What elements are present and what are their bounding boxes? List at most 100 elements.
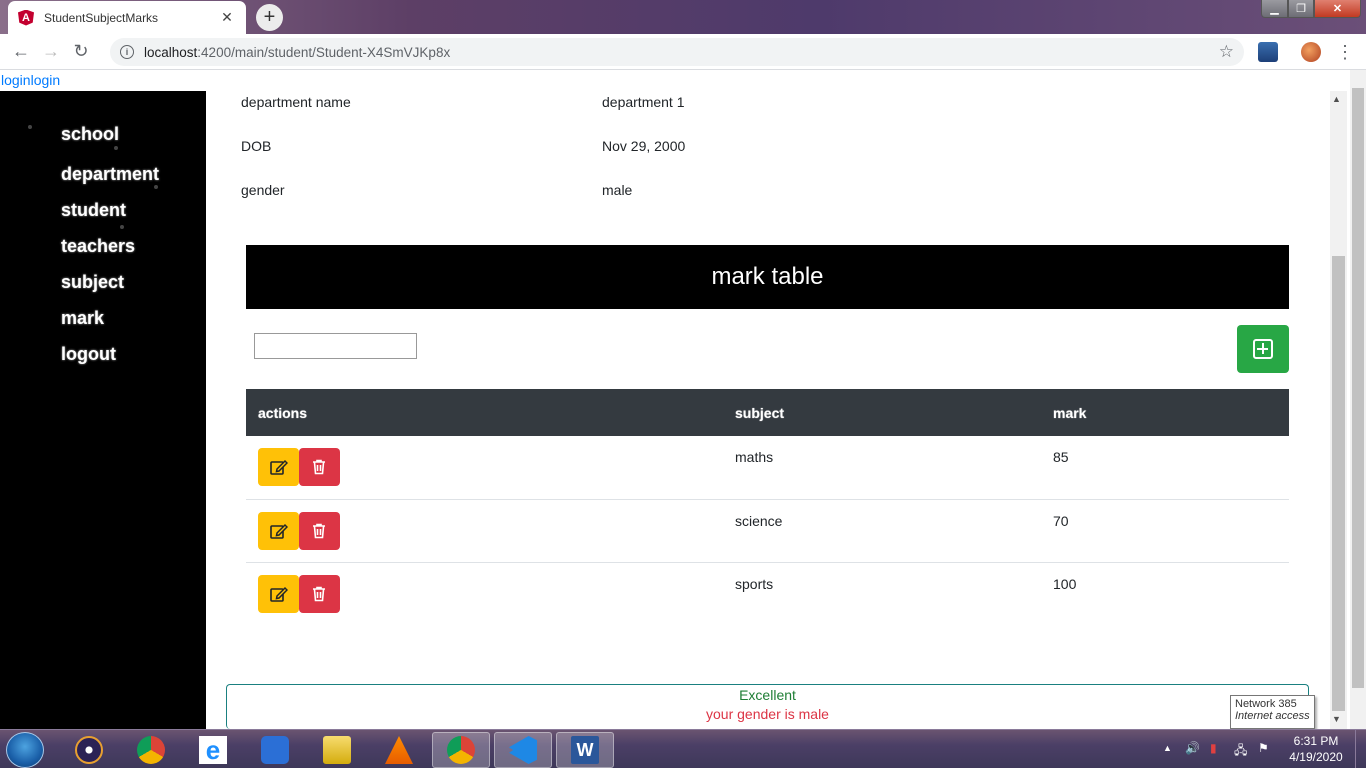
- detail-label: department name: [241, 94, 351, 110]
- maximize-button[interactable]: ❐: [1288, 0, 1314, 18]
- mark-cell: 85: [1041, 436, 1289, 500]
- taskbar-vscode[interactable]: [494, 732, 552, 768]
- forward-icon[interactable]: →: [36, 37, 66, 67]
- add-mark-button[interactable]: [1237, 325, 1289, 373]
- menu-icon[interactable]: ⋮: [1336, 42, 1354, 62]
- delete-button[interactable]: [299, 448, 340, 486]
- new-tab-button[interactable]: +: [256, 4, 283, 31]
- plus-square-icon: [1253, 339, 1273, 359]
- subject-cell: maths: [723, 436, 1041, 500]
- folder-icon: [323, 736, 351, 764]
- detail-value: Nov 29, 2000: [602, 138, 686, 154]
- browser-tab[interactable]: A StudentSubjectMarks ✕: [8, 1, 246, 34]
- table-row: science 70: [246, 499, 1289, 563]
- delete-button[interactable]: [299, 511, 340, 550]
- search-input[interactable]: [254, 333, 417, 359]
- mark-table-title: mark table: [246, 245, 1289, 309]
- tab-title: StudentSubjectMarks: [44, 10, 159, 25]
- close-window-button[interactable]: ✕: [1314, 0, 1361, 18]
- login-bar: loginlogin: [0, 70, 1366, 91]
- bookmark-star-icon[interactable]: ☆: [1219, 42, 1234, 62]
- taskbar-chrome[interactable]: [122, 732, 180, 768]
- detail-value: department 1: [602, 94, 685, 110]
- angular-icon: A: [18, 9, 34, 26]
- taskbar-ie[interactable]: e: [184, 732, 242, 768]
- taskbar-explorer[interactable]: [308, 732, 366, 768]
- browser-titlebar: A StudentSubjectMarks ✕ +: [0, 0, 1366, 34]
- tooltip-line-2: Internet access: [1235, 710, 1310, 722]
- action-center-flag-icon[interactable]: ⚑: [1258, 741, 1269, 755]
- sidebar-item-student[interactable]: student: [61, 198, 159, 234]
- vscode-icon: [509, 736, 537, 764]
- close-tab-icon[interactable]: ✕: [218, 9, 236, 26]
- media-player-icon: [261, 736, 289, 764]
- info-icon[interactable]: i: [120, 45, 134, 59]
- volume-icon[interactable]: 🔊: [1185, 741, 1200, 755]
- clock-date: 4/19/2020: [1289, 750, 1343, 764]
- network-icon[interactable]: 🖧: [1234, 741, 1247, 762]
- clock-time: 6:31 PM: [1293, 734, 1339, 748]
- tray-expand-icon[interactable]: ▲: [1163, 743, 1172, 753]
- profile-avatar[interactable]: [1301, 42, 1321, 62]
- table-row: sports 100: [246, 562, 1289, 625]
- show-desktop-button[interactable]: [1355, 730, 1366, 768]
- page-scrollbar-thumb[interactable]: [1332, 256, 1345, 711]
- sidebar-item-subject[interactable]: subject: [61, 270, 159, 306]
- column-header-actions: actions: [246, 389, 723, 436]
- table-row: maths 85: [246, 436, 1289, 500]
- main-content: department name department 1 DOB Nov 29,…: [206, 91, 1330, 729]
- detail-value: male: [602, 182, 633, 198]
- mark-table: actions subject mark maths 85 science 70…: [246, 389, 1289, 625]
- minimize-button[interactable]: ▁: [1261, 0, 1288, 18]
- sidebar-item-logout[interactable]: logout: [61, 342, 159, 378]
- word-icon: W: [571, 736, 599, 764]
- sidebar-item-mark[interactable]: mark: [61, 306, 159, 342]
- start-button[interactable]: [6, 732, 44, 768]
- sidebar: school department student teachers subje…: [0, 91, 206, 729]
- sidebar-item-school[interactable]: school: [61, 122, 159, 162]
- mark-cell: 70: [1041, 499, 1289, 563]
- back-icon[interactable]: ←: [6, 37, 36, 67]
- reload-icon[interactable]: ↻: [66, 37, 96, 67]
- edit-icon: [270, 523, 288, 539]
- trash-icon: [313, 523, 325, 538]
- trash-icon: [313, 459, 325, 475]
- alert-grade-text: Excellent: [739, 687, 796, 703]
- actions-cell: [246, 436, 723, 500]
- network-tooltip: Network 385 Internet access: [1230, 695, 1315, 729]
- sidebar-menu: school department student teachers subje…: [61, 122, 159, 378]
- sidebar-item-teachers[interactable]: teachers: [61, 234, 159, 270]
- subject-cell: sports: [735, 575, 774, 592]
- vlc-icon: [385, 736, 413, 764]
- battery-icon[interactable]: ▮: [1210, 741, 1217, 755]
- sidebar-item-department[interactable]: department: [61, 162, 159, 198]
- taskbar-media-player[interactable]: [246, 732, 304, 768]
- taskbar-eclipse[interactable]: [60, 732, 118, 768]
- edit-button[interactable]: [258, 448, 299, 486]
- window-scrollbar-thumb[interactable]: [1352, 88, 1364, 688]
- taskbar-word[interactable]: W: [556, 732, 614, 768]
- taskbar-vlc[interactable]: [370, 732, 428, 768]
- address-bar[interactable]: i localhost:4200/main/student/Student-X4…: [110, 38, 1244, 66]
- mark-cell: 100: [1053, 575, 1077, 592]
- scroll-up-icon[interactable]: ▲: [1332, 94, 1341, 104]
- decorative-dot: [28, 125, 32, 129]
- browser-toolbar: ← → ↻ i localhost:4200/main/student/Stud…: [0, 34, 1366, 70]
- chrome-icon: [447, 736, 475, 764]
- taskbar-clock[interactable]: 6:31 PM 4/19/2020: [1284, 733, 1348, 765]
- edit-icon: [270, 586, 288, 602]
- edit-button[interactable]: [258, 511, 299, 550]
- url-text[interactable]: localhost:4200/main/student/Student-X4Sm…: [144, 45, 1219, 60]
- delete-button[interactable]: [299, 574, 340, 613]
- subject-cell: science: [723, 499, 1041, 563]
- detail-label: gender: [241, 182, 285, 198]
- scroll-down-icon[interactable]: ▼: [1332, 714, 1341, 724]
- detail-label: DOB: [241, 138, 272, 154]
- result-alert: Excellent your gender is male: [226, 684, 1309, 729]
- column-header-subject: subject: [723, 389, 1041, 436]
- edit-button[interactable]: [258, 574, 299, 613]
- extension-icon[interactable]: [1258, 42, 1278, 62]
- login-link[interactable]: loginlogin: [1, 72, 60, 88]
- taskbar-chrome-active[interactable]: [432, 732, 490, 768]
- actions-cell: [246, 562, 723, 625]
